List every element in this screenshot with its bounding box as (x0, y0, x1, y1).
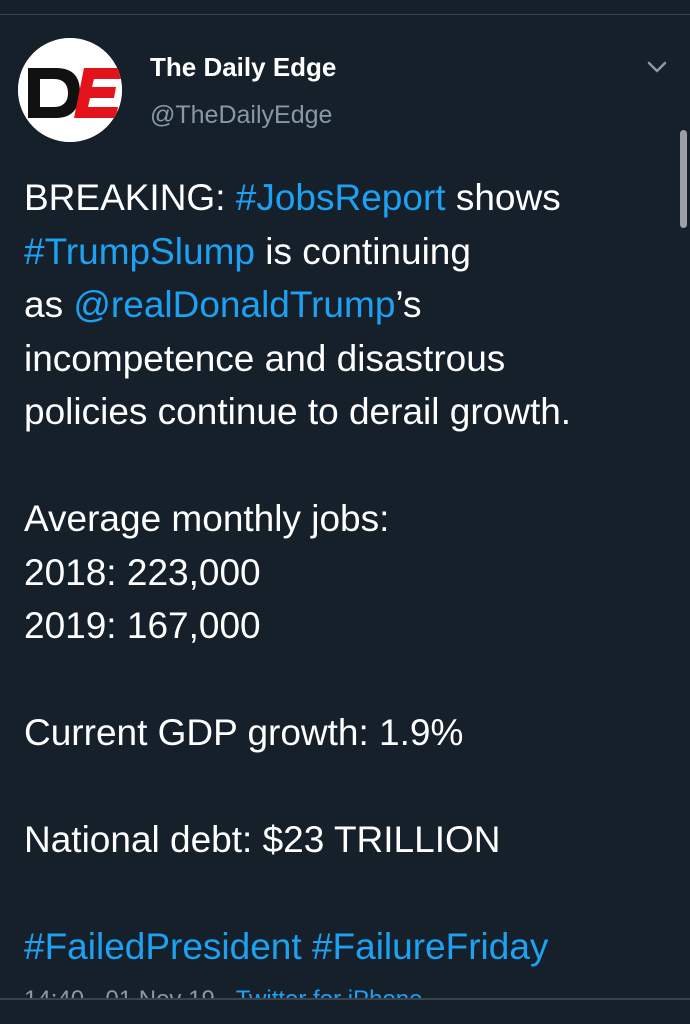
avatar[interactable] (18, 38, 122, 142)
tweet-source-link[interactable]: Twitter for iPhone (236, 986, 423, 998)
hashtag-link[interactable]: #FailureFriday (312, 926, 548, 967)
tweet-line: National debt: $23 TRILLION (24, 819, 501, 860)
tweet-meta-row: 14:40 · 01 Nov 19 · Twitter for iPhone (0, 978, 690, 998)
tweet-meta: 14:40 · 01 Nov 19 · Twitter for iPhone (24, 986, 422, 998)
tweet-text-segment: shows (445, 177, 561, 218)
user-handle[interactable]: @TheDailyEdge (150, 101, 332, 130)
meta-separator: · (84, 986, 105, 998)
tweet-text-segment: is continuing (254, 230, 471, 272)
tweet-line: incompetence and disastrous (24, 337, 506, 379)
tweet-line: policies continue to derail growth. (24, 391, 572, 432)
display-name[interactable]: The Daily Edge (150, 52, 336, 83)
tweet-text-segment: BREAKING: (24, 177, 236, 218)
top-divider (0, 14, 690, 15)
daily-edge-logo-icon (18, 38, 122, 142)
mention-link[interactable]: @realDonaldTrump (73, 284, 395, 325)
tweet-line: Average monthly jobs: (24, 498, 390, 539)
tweet-text-segment: as (24, 284, 74, 325)
tweet-line: 2019: 167,000 (24, 605, 261, 646)
chevron-down-icon[interactable] (645, 58, 669, 76)
bottom-divider (0, 998, 690, 1000)
tweet-text: BREAKING: #JobsReport shows #TrumpSlump … (24, 171, 674, 974)
tweet-line: #TrumpSlump is continuing (24, 225, 674, 279)
hashtag-link[interactable]: #TrumpSlump (24, 231, 255, 272)
tweet-line: BREAKING: #JobsReport shows (24, 171, 674, 225)
tweet-line: as @realDonaldTrump’s (24, 278, 674, 332)
tweet-line: 2018: 223,000 (24, 551, 261, 593)
tweet-text-segment: ’s (395, 284, 422, 325)
tweet-line: Current GDP growth: 1.9% (24, 712, 464, 753)
tweet-date[interactable]: 01 Nov 19 (105, 986, 214, 998)
meta-separator: · (215, 986, 236, 998)
scrollbar[interactable] (680, 130, 687, 228)
hashtag-link[interactable]: #JobsReport (236, 177, 446, 218)
tweet-line: #FailedPresident #FailureFriday (24, 920, 674, 974)
tweet-time[interactable]: 14:40 (24, 986, 84, 998)
hashtag-link[interactable]: #FailedPresident (24, 926, 302, 967)
